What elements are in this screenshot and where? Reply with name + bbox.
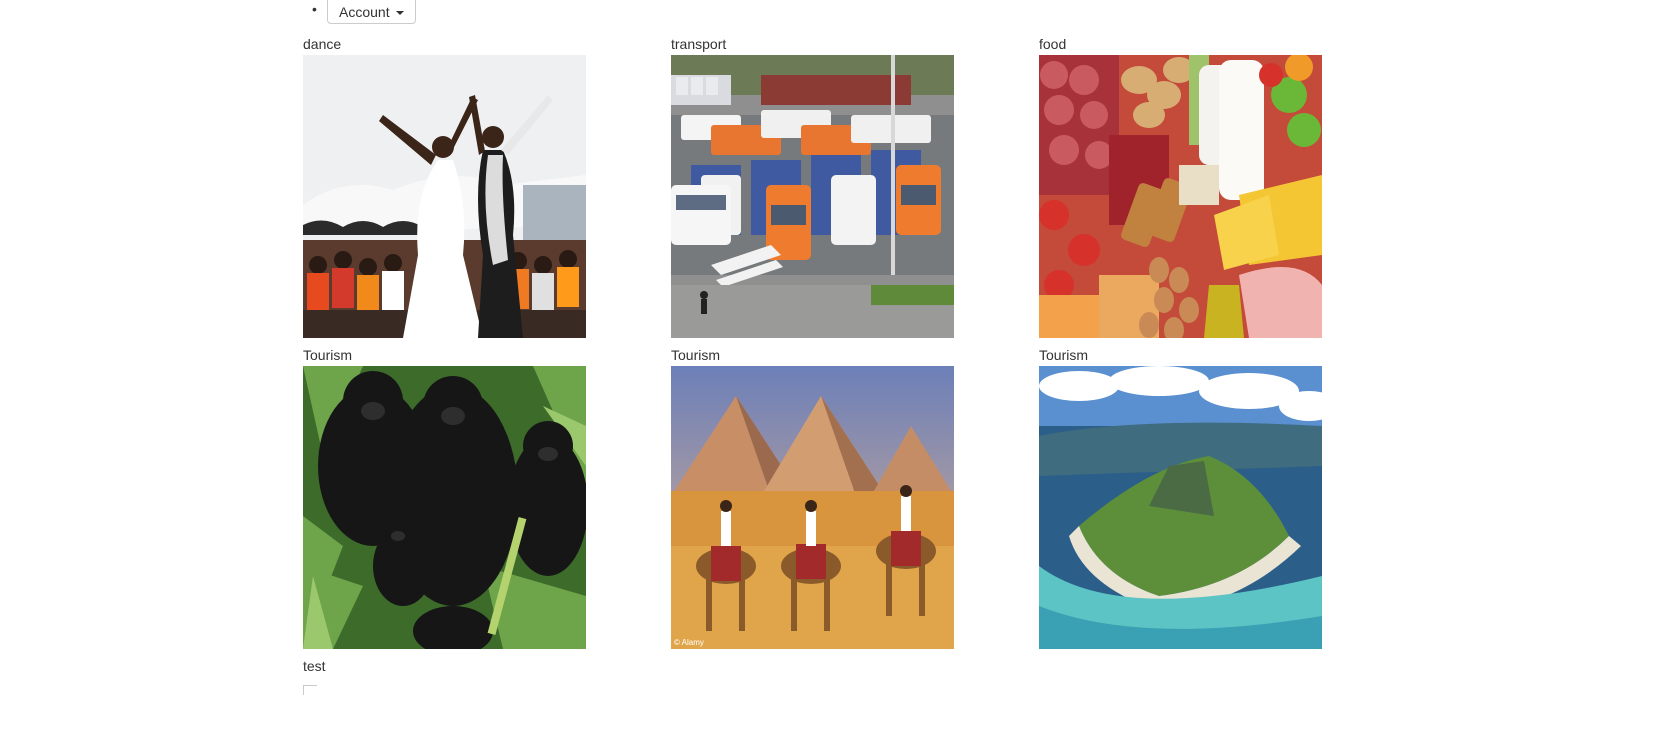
caret-down-icon	[395, 10, 404, 15]
island-aerial-photo[interactable]	[1039, 366, 1322, 649]
gallery-item-label: Tourism	[671, 347, 721, 363]
gallery-item-label: Tourism	[303, 347, 353, 363]
account-dropdown-button[interactable]: Account	[327, 0, 416, 24]
food-assortment-photo[interactable]	[1039, 55, 1322, 338]
gallery-item-label: dance	[303, 36, 342, 52]
page: • Account dance transport food Tourism T…	[0, 0, 1663, 731]
account-button-label: Account	[339, 4, 390, 20]
gallery-item-label: Tourism	[1039, 347, 1089, 363]
gallery-item-label: transport	[671, 36, 727, 52]
account-nav: • Account	[0, 0, 1663, 26]
gorillas-photo[interactable]	[303, 366, 586, 649]
gallery-item-label-test: test	[303, 658, 326, 674]
photo-watermark: © Alamy	[674, 638, 704, 647]
pyramids-camels-photo[interactable]: © Alamy	[671, 366, 954, 649]
bus-station-photo[interactable]	[671, 55, 954, 338]
dance-performance-photo[interactable]	[303, 55, 586, 338]
gallery-item-label: food	[1039, 36, 1067, 52]
broken-image-icon	[303, 685, 317, 695]
list-bullet: •	[312, 1, 317, 17]
